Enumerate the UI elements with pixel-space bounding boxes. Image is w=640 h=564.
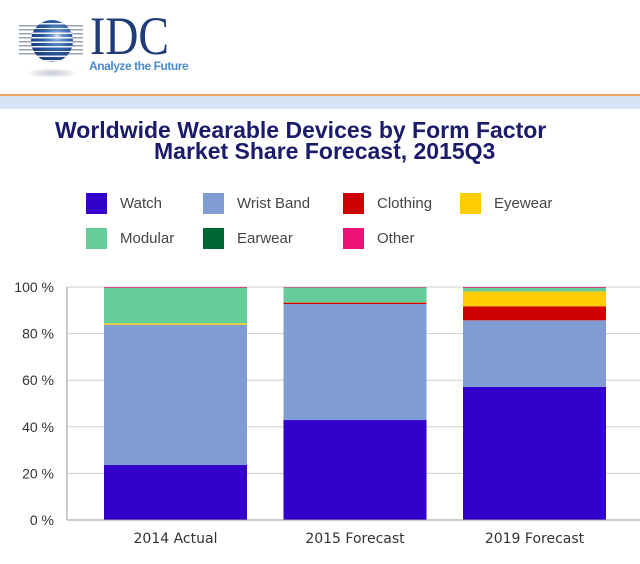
legend-label: Eyewear [494,195,553,212]
bar-segment-clothing-2019-forecast [463,306,606,321]
y-tick-label: 80 % [22,326,54,342]
chart-title-line-2: Market Share Forecast, 2015Q3 [154,138,496,164]
x-tick-label: 2014 Actual [134,531,218,547]
y-tick-label: 60 % [22,372,54,388]
x-axis-labels: 2014 Actual 2015 Forecast 2019 Forecast [134,531,585,547]
bar-segment-watch-2015-forecast [283,420,427,520]
y-tick-label: 20 % [22,465,54,481]
header-band [0,96,640,109]
x-tick-label: 2019 Forecast [485,531,585,547]
y-tick-label: 0 % [30,512,54,528]
legend-label: Other [377,230,415,247]
legend-label: Wrist Band [237,195,311,212]
bar-segment-watch-2014-actual [104,465,247,520]
bar-segment-wrist-band-2019-forecast [463,320,606,387]
x-tick-label: 2015 Forecast [305,531,405,547]
bar-segment-other-2019-forecast [463,287,606,288]
legend-swatch [203,228,224,249]
bar-segment-modular-2015-forecast [283,287,427,303]
legend-swatch [460,193,481,214]
y-tick-label: 100 % [14,279,54,295]
legend-swatch [343,193,364,214]
y-tick-label: 40 % [22,419,54,435]
globe-shadow [26,68,78,78]
y-axis-labels: 0 % 20 % 40 % 60 % 80 % 100 % [14,279,54,528]
bars [104,287,606,520]
bar-segment-modular-2014-actual [104,287,247,324]
idc-logo: IDC Analyze the Future [0,0,210,85]
legend-swatch [86,193,107,214]
bar-segment-wrist-band-2015-forecast [283,304,427,421]
bar-segment-modular-2019-forecast [463,287,606,292]
legend-swatch [343,228,364,249]
legend-swatch [86,228,107,249]
legend-label: Earwear [237,230,293,247]
bar-segment-watch-2019-forecast [463,386,606,520]
legend-label: Modular [120,230,175,247]
legend-label: Watch [120,195,162,212]
bar-segment-wrist-band-2014-actual [104,324,247,466]
bar-segment-clothing-2015-forecast [283,302,427,305]
bar-segment-eyewear-2014-actual [104,323,247,325]
logo-tagline: Analyze the Future [89,59,189,73]
bar-segment-other-2014-actual [104,287,247,288]
logo-wordmark: IDC [90,6,170,66]
legend-label: Clothing [377,195,433,212]
globe-stripes [31,20,73,62]
stacked-bar-chart: 0 % 20 % 40 % 60 % 80 % 100 % 2014 Actual 2015… [14,279,640,547]
bar-segment-eyewear-2019-forecast [463,291,606,307]
legend-swatch [203,193,224,214]
